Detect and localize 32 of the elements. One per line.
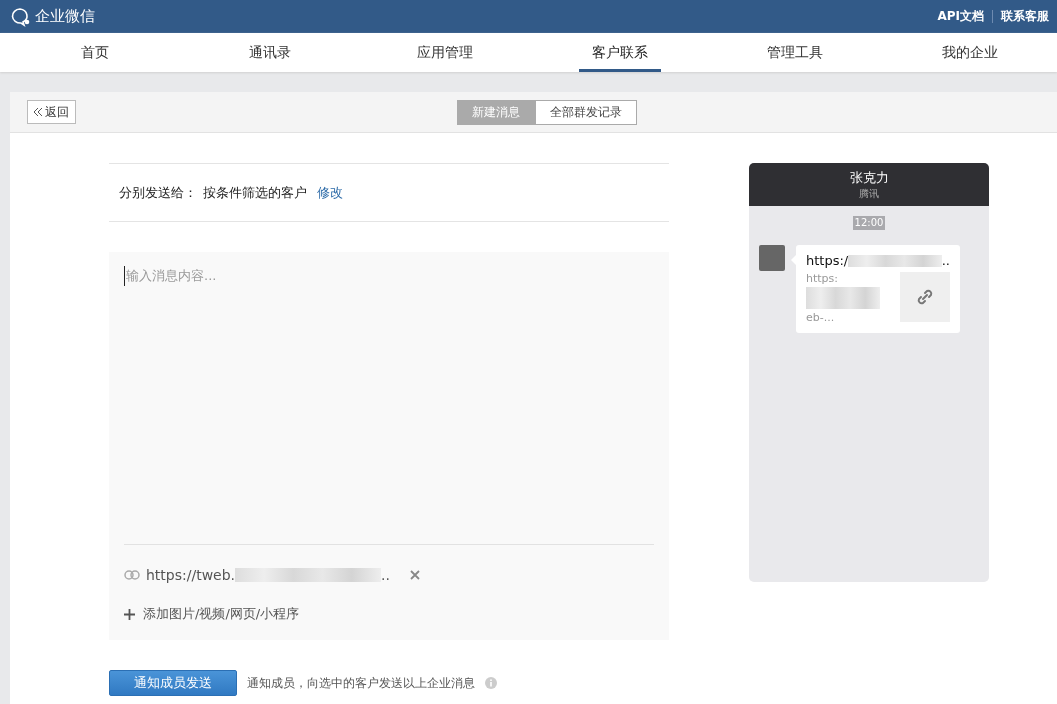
header-link[interactable]: API文档 <box>937 8 984 25</box>
plus-icon[interactable] <box>124 608 135 620</box>
card-title: https:/ <box>806 253 849 268</box>
chat-bubble-icon <box>10 6 32 27</box>
contact-name: 张克力 <box>849 168 889 187</box>
attachment-url: https://tweb. <box>146 567 236 583</box>
nav-tab[interactable]: 首页 <box>8 33 183 72</box>
nav-tab[interactable]: 通讯录 <box>182 33 358 72</box>
recipients-value: 按条件筛选的客户 <box>203 183 307 202</box>
header-link[interactable]: 联系客服 <box>1001 8 1049 25</box>
logo-text: 企业微信 <box>35 7 95 26</box>
attachment-ellipsis: .. <box>381 567 390 583</box>
add-media-link[interactable]: 添加图片/视频/网页/小程序 <box>143 605 300 623</box>
card-description: https: <box>806 272 840 285</box>
nav-tab[interactable]: 我的企业 <box>882 33 1057 72</box>
contact-company: 腾讯 <box>859 186 879 201</box>
timestamp: 12:00 <box>853 216 885 230</box>
nav-tab[interactable]: 管理工具 <box>707 33 883 72</box>
send-hint: 通知成员，向选中的客户发送以上企业消息 <box>247 674 475 692</box>
close-icon[interactable] <box>410 570 420 580</box>
edit-link[interactable]: 修改 <box>317 183 343 202</box>
double-chevron-icon <box>34 108 43 116</box>
segment-tab[interactable]: 全部群发记录 <box>535 100 637 125</box>
card-title-ellipsis: .. <box>941 253 950 268</box>
back-button[interactable]: 返回 <box>27 100 76 124</box>
card-description: eb-... <box>806 311 836 324</box>
link-icon <box>124 570 140 580</box>
recipients-label: 分别发送给： <box>119 183 197 202</box>
nav-tab[interactable]: 应用管理 <box>357 33 533 72</box>
nav-tab[interactable]: 客户联系 <box>532 33 708 72</box>
send-button[interactable]: 通知成员发送 <box>109 670 237 696</box>
avatar-placeholder <box>759 245 785 271</box>
